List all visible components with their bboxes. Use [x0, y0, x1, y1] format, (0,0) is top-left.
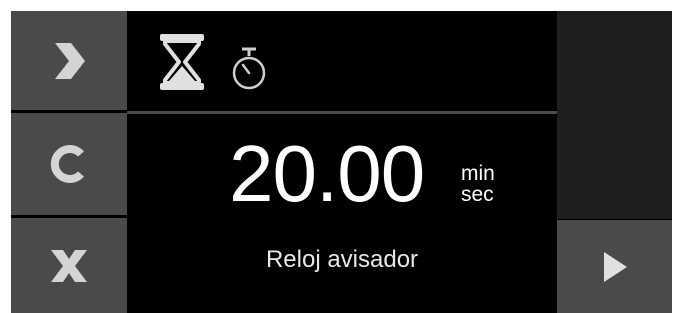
clear-button[interactable]: [11, 113, 127, 215]
control-panel: 20.00 min sec Reloj avisador: [11, 11, 672, 313]
divider: [127, 111, 557, 114]
stopwatch-icon[interactable]: [231, 47, 267, 91]
display-area: 20.00 min sec Reloj avisador: [127, 11, 557, 313]
close-button[interactable]: [11, 218, 127, 313]
right-blank-panel: [557, 11, 672, 219]
mode-selector: [127, 11, 557, 110]
hourglass-icon[interactable]: [159, 33, 205, 91]
unit-sec: sec: [461, 183, 494, 206]
timer-display: 20.00 min sec: [127, 129, 557, 219]
function-label: Reloj avisador: [265, 246, 419, 273]
unit-min: min: [461, 162, 495, 185]
play-icon: [603, 251, 627, 282]
chevron-right-icon: [55, 42, 85, 79]
start-button[interactable]: [557, 220, 672, 313]
clear-c-icon: [50, 145, 84, 183]
close-x-icon: [51, 249, 87, 282]
timer-value: 20.00: [229, 129, 425, 218]
next-button[interactable]: [11, 11, 127, 110]
